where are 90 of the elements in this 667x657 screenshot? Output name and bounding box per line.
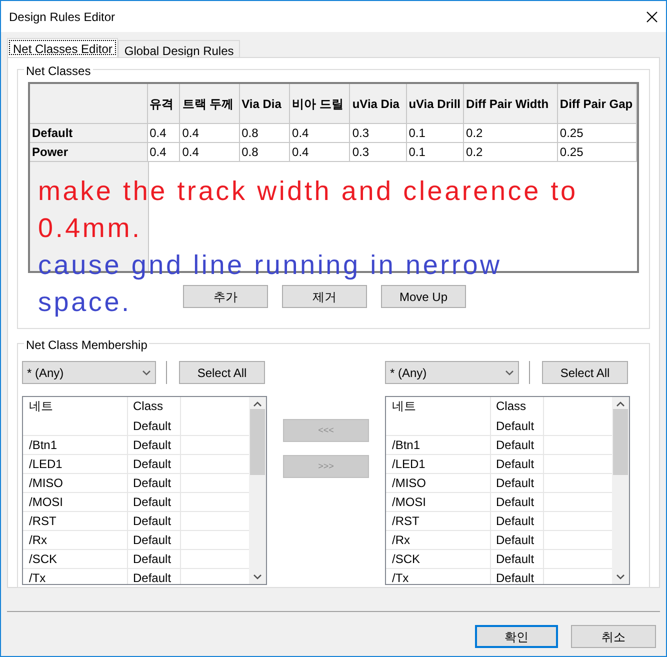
list-cell[interactable]: Default bbox=[491, 436, 544, 454]
list-cell[interactable]: /Tx bbox=[23, 569, 128, 584]
action-button[interactable]: 제거 bbox=[282, 285, 367, 308]
filter-dropdown[interactable]: * (Any) bbox=[22, 361, 156, 384]
action-button[interactable]: 추가 bbox=[183, 285, 268, 308]
table-cell: 0.3 bbox=[350, 124, 407, 143]
column-header: Diff Pair Gap bbox=[558, 84, 637, 124]
column-header: uVia Dia bbox=[350, 84, 407, 124]
table-cell: 0.1 bbox=[406, 124, 464, 143]
action-button[interactable]: Move Up bbox=[381, 285, 466, 308]
select-all-button[interactable]: Select All bbox=[542, 361, 628, 384]
column-header: Via Dia bbox=[240, 84, 290, 124]
scroll-thumb[interactable] bbox=[250, 409, 265, 475]
column-header: Class bbox=[491, 397, 544, 417]
scroll-thumb[interactable] bbox=[613, 409, 628, 475]
table-cell: 0.8 bbox=[240, 143, 290, 162]
column-header: 네트 bbox=[23, 397, 128, 417]
list-cell[interactable]: /RST bbox=[386, 512, 491, 530]
list-cell[interactable]: Default bbox=[128, 417, 181, 435]
annotation-text: space. bbox=[38, 286, 132, 319]
table-cell: 0.1 bbox=[406, 143, 464, 162]
list-cell[interactable]: Default bbox=[491, 531, 544, 549]
list-cell[interactable]: Default bbox=[128, 531, 181, 549]
window-title: Design Rules Editor bbox=[9, 8, 116, 26]
table-cell: 0.2 bbox=[464, 143, 558, 162]
scroll-up-icon[interactable] bbox=[616, 401, 625, 407]
table-cell: 0.4 bbox=[290, 124, 350, 143]
list-cell[interactable]: Default bbox=[128, 569, 181, 584]
list-cell[interactable]: Default bbox=[128, 474, 181, 492]
column-header: Class bbox=[128, 397, 181, 417]
list-cell[interactable]: Default bbox=[128, 512, 181, 530]
list-cell[interactable]: /MISO bbox=[386, 474, 491, 492]
list-cell[interactable]: Default bbox=[128, 493, 181, 511]
list-cell[interactable]: Default bbox=[128, 550, 181, 568]
list-cell[interactable]: /Btn1 bbox=[23, 436, 128, 454]
column-header: 네트 bbox=[386, 397, 491, 417]
list-cell[interactable]: Default bbox=[491, 569, 544, 584]
list-cell[interactable]: Default bbox=[128, 455, 181, 473]
list-cell[interactable]: Default bbox=[491, 512, 544, 530]
close-icon[interactable] bbox=[646, 10, 658, 22]
list-cell[interactable]: /SCK bbox=[23, 550, 128, 568]
table-cell: 0.4 bbox=[180, 124, 240, 143]
table-cell: 0.4 bbox=[148, 124, 180, 143]
table-cell: 0.2 bbox=[464, 124, 558, 143]
column-header: uVia Drill bbox=[406, 84, 464, 124]
list-cell[interactable]: /RST bbox=[23, 512, 128, 530]
list-cell[interactable]: /Rx bbox=[23, 531, 128, 549]
list-cell[interactable]: Default bbox=[128, 436, 181, 454]
select-all-button[interactable]: Select All bbox=[179, 361, 265, 384]
list-cell[interactable]: /MISO bbox=[23, 474, 128, 492]
list-cell[interactable]: Default bbox=[491, 455, 544, 473]
list-cell[interactable]: /MOSI bbox=[23, 493, 128, 511]
scroll-up-icon[interactable] bbox=[253, 401, 262, 407]
list-cell[interactable]: Default bbox=[491, 493, 544, 511]
column-header: 유격 bbox=[148, 84, 180, 124]
list-cell[interactable]: /LED1 bbox=[23, 455, 128, 473]
filter-dropdown[interactable]: * (Any) bbox=[385, 361, 519, 384]
annotation-text: 0.4mm. bbox=[38, 212, 142, 245]
list-cell[interactable]: /SCK bbox=[386, 550, 491, 568]
table-cell: 0.8 bbox=[240, 124, 290, 143]
dropdown-caret-icon[interactable] bbox=[505, 370, 514, 376]
list-cell[interactable]: /Btn1 bbox=[386, 436, 491, 454]
row-header: Power bbox=[30, 143, 148, 162]
table-cell: 0.4 bbox=[180, 143, 240, 162]
list-cell[interactable]: /MOSI bbox=[386, 493, 491, 511]
tab[interactable]: Global Design Rules bbox=[118, 40, 240, 57]
table-cell: 0.4 bbox=[290, 143, 350, 162]
scroll-down-icon[interactable] bbox=[253, 574, 262, 580]
annotation-text: make the track width and clearence to bbox=[38, 175, 578, 208]
list-cell[interactable]: Default bbox=[491, 474, 544, 492]
list-cell[interactable]: Default bbox=[491, 417, 544, 435]
column-header: 비아 드릴 bbox=[290, 84, 350, 124]
row-header: Default bbox=[30, 124, 148, 143]
column-header: Diff Pair Width bbox=[464, 84, 558, 124]
list-cell[interactable]: Default bbox=[491, 550, 544, 568]
table-cell: 0.25 bbox=[558, 143, 637, 162]
dialog-button[interactable]: 확인 bbox=[475, 625, 558, 648]
dropdown-caret-icon[interactable] bbox=[142, 370, 151, 376]
scrollbar[interactable] bbox=[612, 397, 629, 584]
table-cell: 0.25 bbox=[558, 124, 637, 143]
list-cell[interactable]: /LED1 bbox=[386, 455, 491, 473]
scroll-down-icon[interactable] bbox=[616, 574, 625, 580]
scrollbar[interactable] bbox=[249, 397, 266, 584]
dialog-button[interactable]: 취소 bbox=[571, 625, 656, 648]
table-cell: 0.3 bbox=[350, 143, 407, 162]
table-cell: 0.4 bbox=[148, 143, 180, 162]
list-cell[interactable]: /Tx bbox=[386, 569, 491, 584]
tab[interactable]: Net Classes Editor bbox=[7, 38, 118, 57]
column-header: 트랙 두께 bbox=[180, 84, 240, 124]
list-cell[interactable]: /Rx bbox=[386, 531, 491, 549]
